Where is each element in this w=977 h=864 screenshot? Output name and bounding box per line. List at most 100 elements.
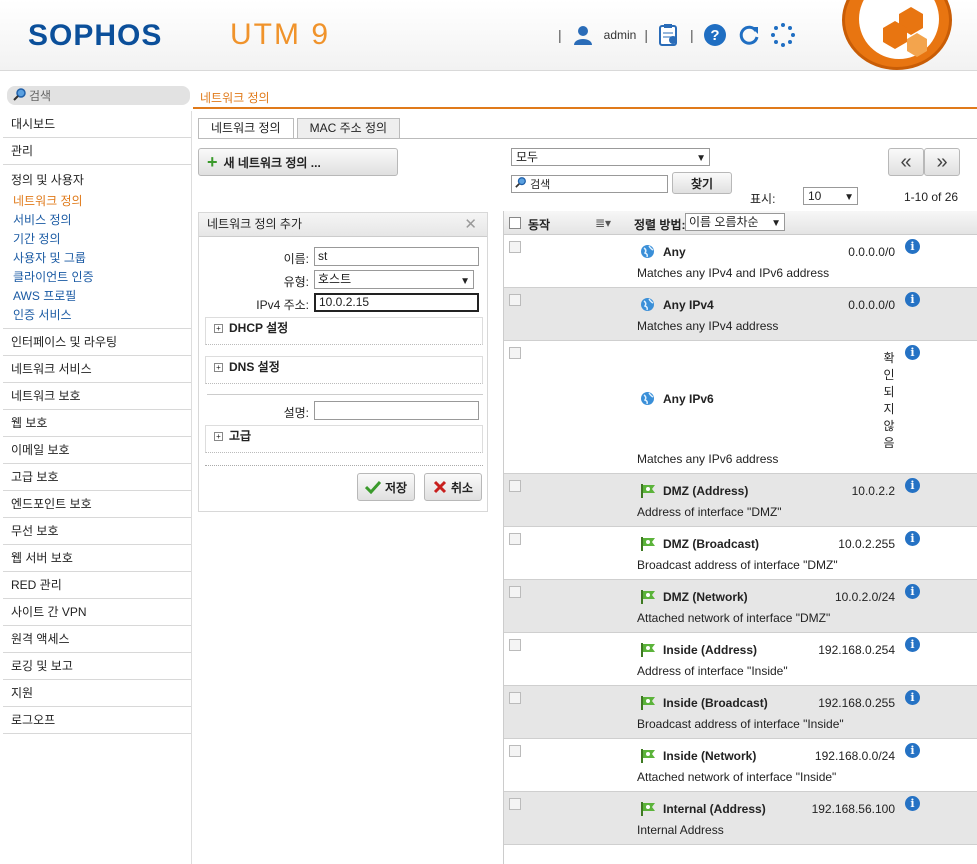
globe-icon [640, 244, 655, 262]
action-header: 동작 [528, 218, 551, 232]
panel-title: 네트워크 정의 추가 ✕ [199, 213, 487, 237]
sidebar-item-network-services[interactable]: 네트워크 서비스 [3, 356, 191, 383]
type-row: 유형: 호스트 ▼ [199, 270, 489, 290]
sidebar-item-network-protection[interactable]: 네트워크 보호 [3, 383, 191, 410]
info-icon[interactable]: i [905, 796, 920, 811]
tab-mac-address-definitions[interactable]: MAC 주소 정의 [296, 118, 401, 138]
tab-network-definitions[interactable]: 네트워크 정의 [198, 118, 294, 138]
list-search-input[interactable]: 검색 [511, 175, 668, 193]
per-page-select[interactable]: 10 ▼ [803, 187, 858, 205]
sophos-emblem [842, 0, 952, 70]
column-menu-icon[interactable]: ≣▾ [595, 216, 611, 230]
interface-flag-icon [640, 695, 656, 713]
sidebar-item-site-to-site-vpn[interactable]: 사이트 간 VPN [3, 599, 191, 626]
name-field[interactable]: st [314, 247, 479, 266]
info-icon[interactable]: i [905, 743, 920, 758]
row-checkbox[interactable] [509, 745, 521, 757]
row-checkbox[interactable] [509, 533, 521, 545]
user-name[interactable]: admin [604, 28, 637, 42]
sidebar-item-remote-access[interactable]: 원격 액세스 [3, 626, 191, 653]
new-button-label: 새 네트워크 정의 ... [223, 155, 321, 170]
row-description: Address of interface "Inside" [637, 664, 788, 678]
sidebar-subitem-client-authentication[interactable]: 클라이언트 인증 [3, 268, 191, 287]
sidebar-item-red-management[interactable]: RED 관리 [3, 572, 191, 599]
row-checkbox[interactable] [509, 480, 521, 492]
row-checkbox[interactable] [509, 241, 521, 253]
dns-settings-section[interactable]: + DNS 설정 [205, 356, 483, 384]
clipboard-icon[interactable] [656, 22, 682, 48]
sidebar-item-web-protection[interactable]: 웹 보호 [3, 410, 191, 437]
row-address: 10.0.2.255 [838, 537, 895, 551]
sidebar-subitem-time-period-definitions[interactable]: 기간 정의 [3, 230, 191, 249]
sidebar-search[interactable]: 검색 [7, 86, 190, 105]
info-icon[interactable]: i [905, 690, 920, 705]
list-item[interactable]: DMZ (Address) 10.0.2.2 Address of interf… [504, 474, 977, 527]
sidebar-item-webserver-protection[interactable]: 웹 서버 보호 [3, 545, 191, 572]
panel-title-text: 네트워크 정의 추가 [207, 217, 302, 231]
type-select[interactable]: 호스트 ▼ [314, 270, 474, 289]
list-item[interactable]: Inside (Address) 192.168.0.254 Address o… [504, 633, 977, 686]
dhcp-settings-section[interactable]: + DHCP 설정 [205, 317, 483, 345]
sidebar-subitem-aws-profiles[interactable]: AWS 프로필 [3, 287, 191, 306]
sidebar-item-management[interactable]: 관리 [3, 138, 191, 165]
sidebar-item-email-protection[interactable]: 이메일 보호 [3, 437, 191, 464]
info-icon[interactable]: i [905, 292, 920, 307]
sidebar-subitem-service-definitions[interactable]: 서비스 정의 [3, 211, 191, 230]
ipv4-label: IPv4 주소: [256, 298, 309, 312]
find-button[interactable]: 찾기 [672, 172, 732, 194]
refresh-icon[interactable] [736, 22, 762, 48]
sidebar-item-advanced-protection[interactable]: 고급 보호 [3, 464, 191, 491]
close-icon[interactable]: ✕ [464, 213, 477, 236]
row-checkbox[interactable] [509, 798, 521, 810]
info-icon[interactable]: i [905, 584, 920, 599]
select-all-checkbox[interactable] [509, 217, 521, 229]
info-icon[interactable]: i [905, 478, 920, 493]
sidebar-item-definitions-users[interactable]: 정의 및 사용자 [3, 165, 191, 192]
help-icon[interactable]: ? [702, 22, 728, 48]
row-description: Broadcast address of interface "Inside" [637, 717, 844, 731]
sort-select[interactable]: 이름 오름차순 ▼ [685, 213, 785, 231]
advanced-section[interactable]: + 고급 [205, 425, 483, 453]
sidebar-subitem-network-definitions[interactable]: 네트워크 정의 [3, 192, 191, 211]
list-item[interactable]: DMZ (Broadcast) 10.0.2.255 Broadcast add… [504, 527, 977, 580]
user-icon[interactable] [570, 22, 596, 48]
list-item[interactable]: Any IPv4 0.0.0.0/0 Matches any IPv4 addr… [504, 288, 977, 341]
next-page-button[interactable]: » [924, 148, 960, 176]
new-network-definition-button[interactable]: + 새 네트워크 정의 ... [198, 148, 398, 176]
filter-select[interactable]: 모두 ▼ [511, 148, 710, 166]
list-item[interactable]: Inside (Network) 192.168.0.0/24 Attached… [504, 739, 977, 792]
svg-text:?: ? [710, 27, 719, 44]
info-icon[interactable]: i [905, 531, 920, 546]
info-icon[interactable]: i [905, 637, 920, 652]
info-icon[interactable]: i [905, 345, 920, 360]
description-field[interactable] [314, 401, 479, 420]
sidebar-subitem-authentication-services[interactable]: 인증 서비스 [3, 306, 191, 325]
sidebar-item-wireless-protection[interactable]: 무선 보호 [3, 518, 191, 545]
info-icon[interactable]: i [905, 239, 920, 254]
list-item[interactable]: Internal (Address) 192.168.56.100 Intern… [504, 792, 977, 845]
row-address: 192.168.56.100 [811, 802, 895, 816]
list-item[interactable]: Inside (Broadcast) 192.168.0.255 Broadca… [504, 686, 977, 739]
list-item[interactable]: Any IPv6 확인되지않음 Matches any IPv6 address… [504, 341, 977, 474]
list-item[interactable]: DMZ (Network) 10.0.2.0/24 Attached netwo… [504, 580, 977, 633]
row-checkbox[interactable] [509, 347, 521, 359]
row-address: 10.0.2.0/24 [834, 590, 895, 604]
row-checkbox[interactable] [509, 692, 521, 704]
sidebar-item-dashboard[interactable]: 대시보드 [3, 111, 191, 138]
row-checkbox[interactable] [509, 639, 521, 651]
sidebar-item-support[interactable]: 지원 [3, 680, 191, 707]
save-button[interactable]: 저장 [357, 473, 415, 501]
previous-page-button[interactable]: « [888, 148, 924, 176]
cancel-button[interactable]: 취소 [424, 473, 482, 501]
row-checkbox[interactable] [509, 586, 521, 598]
sidebar-item-logging-reporting[interactable]: 로깅 및 보고 [3, 653, 191, 680]
list-item[interactable]: Any 0.0.0.0/0 Matches any IPv4 and IPv6 … [504, 235, 977, 288]
advanced-label: 고급 [229, 429, 252, 443]
sidebar-item-endpoint-protection[interactable]: 엔드포인트 보호 [3, 491, 191, 518]
sidebar-item-interfaces-routing[interactable]: 인터페이스 및 라우팅 [3, 329, 191, 356]
row-checkbox[interactable] [509, 294, 521, 306]
sidebar-subitem-users-groups[interactable]: 사용자 및 그룹 [3, 249, 191, 268]
filter-select-value: 모두 [516, 150, 539, 164]
sidebar-item-log-off[interactable]: 로그오프 [3, 707, 191, 734]
ipv4-address-field[interactable]: 10.0.2.15 [314, 293, 479, 312]
